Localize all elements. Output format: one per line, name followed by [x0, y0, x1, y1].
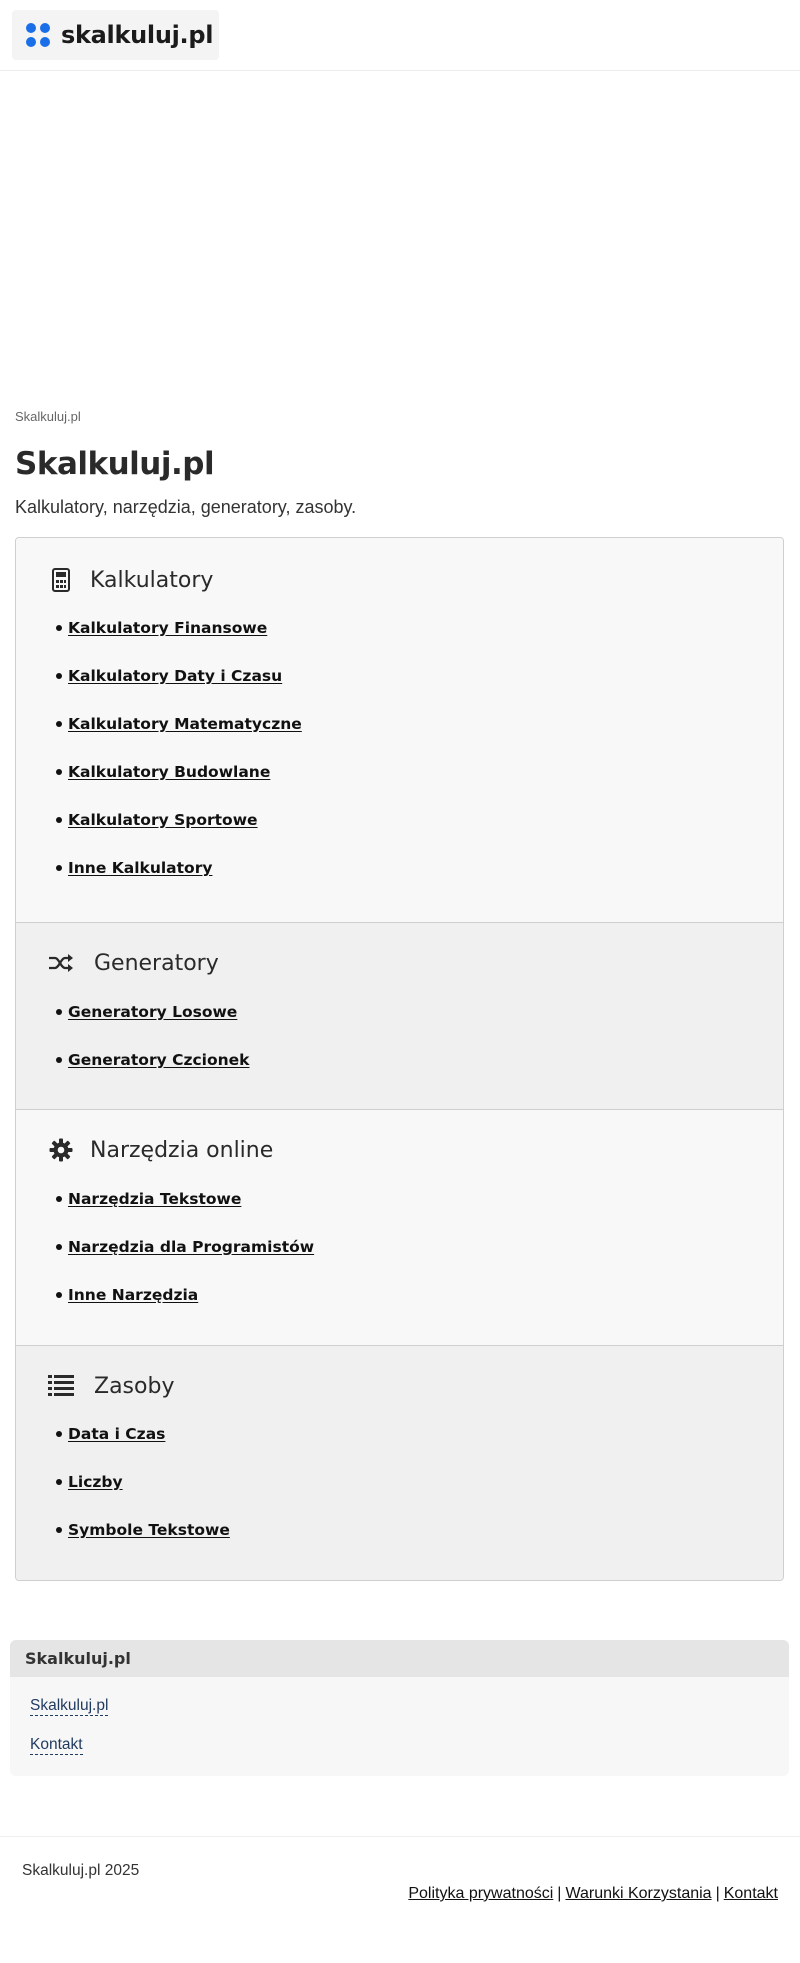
- category-list: Data i Czas Liczby Symbole Tekstowe: [56, 1410, 783, 1554]
- shuffle-icon: [48, 950, 74, 976]
- list-item: Narzędzia dla Programistów: [56, 1223, 783, 1271]
- footer-links-box: Skalkuluj.pl Skalkuluj.pl Kontakt: [10, 1640, 789, 1776]
- calculator-icon: [48, 567, 74, 593]
- separator: |: [557, 1885, 562, 1902]
- link-narzedzia-dla-programistow[interactable]: Narzędzia dla Programistów: [68, 1238, 314, 1256]
- link-liczby[interactable]: Liczby: [68, 1473, 123, 1491]
- link-symbole-tekstowe[interactable]: Symbole Tekstowe: [68, 1521, 230, 1539]
- category-title: Generatory: [94, 950, 219, 976]
- page-subtitle: Kalkulatory, narzędzia, generatory, zaso…: [15, 497, 357, 517]
- list-icon: [48, 1373, 74, 1399]
- link-kalkulatory-finansowe[interactable]: Kalkulatory Finansowe: [68, 619, 267, 637]
- category-list: Generatory Losowe Generatory Czcionek: [56, 988, 783, 1084]
- list-item: Kalkulatory Matematyczne: [56, 700, 783, 748]
- legal-links: Polityka prywatności | Warunki Korzystania…: [408, 1885, 778, 1903]
- category-header: Zasoby: [48, 1368, 783, 1404]
- list-item: Inne Kalkulatory: [56, 844, 783, 892]
- list-item: Kalkulatory Finansowe: [56, 604, 783, 652]
- list-item: Generatory Czcionek: [56, 1036, 783, 1084]
- list-item: Data i Czas: [56, 1410, 783, 1458]
- privacy-policy-link[interactable]: Polityka prywatności: [408, 1885, 553, 1902]
- list-item: Kalkulatory Sportowe: [56, 796, 783, 844]
- link-data-i-czas[interactable]: Data i Czas: [68, 1425, 165, 1443]
- category-narzedzia-online: Narzędzia online Narzędzia Tekstowe Narz…: [16, 1109, 783, 1345]
- category-title: Narzędzia online: [90, 1137, 274, 1163]
- category-list: Kalkulatory Finansowe Kalkulatory Daty i…: [56, 604, 783, 892]
- terms-link[interactable]: Warunki Korzystania: [565, 1885, 711, 1902]
- link-narzedzia-tekstowe[interactable]: Narzędzia Tekstowe: [68, 1190, 241, 1208]
- categories-panel: Kalkulatory Kalkulatory Finansowe Kalkul…: [15, 537, 784, 1581]
- link-kalkulatory-sportowe[interactable]: Kalkulatory Sportowe: [68, 811, 258, 829]
- site-footer: Skalkuluj.pl 2025 Polityka prywatności | W…: [0, 1836, 800, 1963]
- category-list: Narzędzia Tekstowe Narzędzia dla Program…: [56, 1175, 783, 1319]
- list-item: Kalkulatory Budowlane: [56, 748, 783, 796]
- page-title: Skalkuluj.pl: [15, 446, 215, 482]
- link-generatory-czcionek[interactable]: Generatory Czcionek: [68, 1051, 250, 1069]
- separator: |: [715, 1885, 720, 1902]
- link-inne-kalkulatory[interactable]: Inne Kalkulatory: [68, 859, 212, 877]
- link-generatory-losowe[interactable]: Generatory Losowe: [68, 1003, 237, 1021]
- category-kalkulatory: Kalkulatory Kalkulatory Finansowe Kalkul…: [16, 538, 783, 922]
- category-zasoby: Zasoby Data i Czas Liczby Symbole Teksto…: [16, 1345, 783, 1580]
- link-inne-narzedzia[interactable]: Inne Narzędzia: [68, 1286, 198, 1304]
- site-header: skalkuluj.pl: [0, 0, 800, 71]
- category-header: Generatory: [48, 945, 783, 981]
- list-item: Symbole Tekstowe: [56, 1506, 783, 1554]
- ad-space: [0, 71, 800, 401]
- logo-text: skalkuluj.pl: [61, 21, 214, 49]
- category-title: Zasoby: [94, 1373, 175, 1399]
- list-item: Liczby: [56, 1458, 783, 1506]
- logo-dots-icon: [26, 23, 50, 47]
- contact-link[interactable]: Kontakt: [724, 1885, 778, 1902]
- category-generatory: Generatory Generatory Losowe Generatory …: [16, 922, 783, 1109]
- list-item: Kalkulatory Daty i Czasu: [56, 652, 783, 700]
- list-item: Narzędzia Tekstowe: [56, 1175, 783, 1223]
- link-kalkulatory-matematyczne[interactable]: Kalkulatory Matematyczne: [68, 715, 302, 733]
- link-kalkulatory-daty-i-czasu[interactable]: Kalkulatory Daty i Czasu: [68, 667, 282, 685]
- footer-box-title: Skalkuluj.pl: [10, 1640, 789, 1677]
- copyright-text: Skalkuluj.pl 2025: [22, 1862, 140, 1879]
- list-item: Generatory Losowe: [56, 988, 783, 1036]
- category-header: Narzędzia online: [48, 1132, 783, 1168]
- list-item: Inne Narzędzia: [56, 1271, 783, 1319]
- site-logo[interactable]: skalkuluj.pl: [12, 10, 219, 60]
- gear-icon: [48, 1137, 74, 1163]
- breadcrumb: Skalkuluj.pl: [15, 409, 81, 424]
- footer-link-home[interactable]: Skalkuluj.pl: [30, 1697, 109, 1716]
- category-title: Kalkulatory: [90, 567, 214, 593]
- link-kalkulatory-budowlane[interactable]: Kalkulatory Budowlane: [68, 763, 270, 781]
- footer-link-kontakt[interactable]: Kontakt: [30, 1736, 83, 1755]
- category-header: Kalkulatory: [48, 562, 783, 598]
